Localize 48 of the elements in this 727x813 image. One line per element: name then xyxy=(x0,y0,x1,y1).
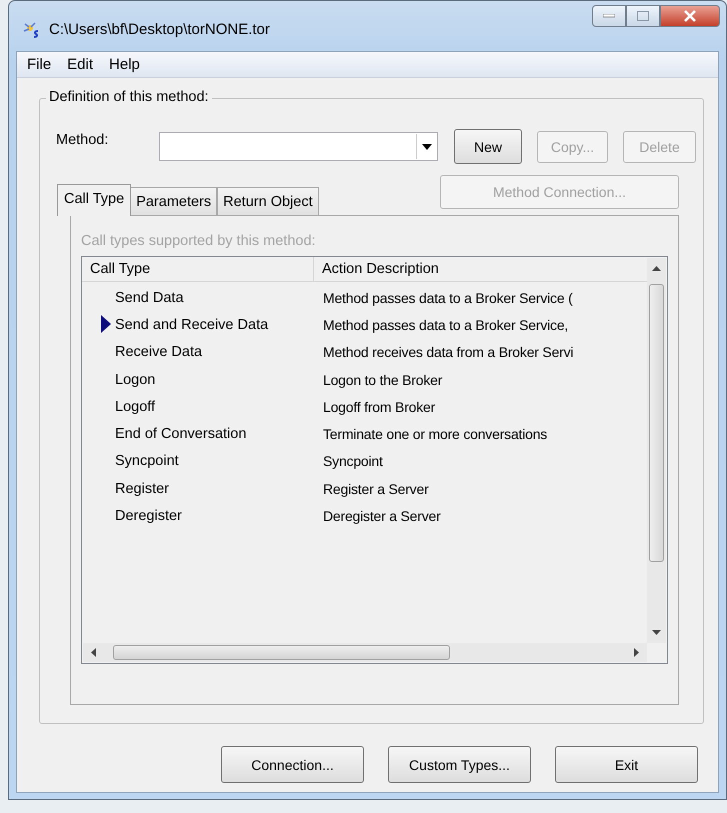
table-cell-text: Receive Data xyxy=(115,344,204,360)
horizontal-scrollbar[interactable] xyxy=(83,643,647,662)
table-cell: Logon to the Broker xyxy=(323,372,442,388)
table-cell-text: Logon xyxy=(115,372,156,388)
menu-item[interactable]: Edit xyxy=(59,56,102,73)
app-icon xyxy=(23,21,41,39)
close-icon xyxy=(683,10,697,22)
column-header[interactable]: Call Type xyxy=(82,257,314,281)
table-cell-text: Send and Receive Data xyxy=(115,316,270,333)
close-button[interactable] xyxy=(660,5,720,27)
table-cell: Method receives data from a Broker Servi xyxy=(323,344,574,360)
method-label: Method: xyxy=(56,132,110,148)
footer-button[interactable]: Exit xyxy=(555,746,698,783)
maximize-button[interactable] xyxy=(626,5,660,27)
minimize-icon xyxy=(603,14,615,18)
table-cell-text: Syncpoint xyxy=(115,453,180,470)
scroll-left-icon[interactable] xyxy=(91,648,96,657)
method-action-button[interactable]: New xyxy=(454,129,522,164)
scroll-right-icon[interactable] xyxy=(634,648,639,657)
dropdown-arrow-icon xyxy=(422,144,432,150)
row-pointer-icon xyxy=(101,314,111,333)
menu-item[interactable]: File xyxy=(19,56,60,73)
table-cell: Register a Server xyxy=(323,480,429,497)
table-cell: Syncpoint xyxy=(323,453,383,470)
list-caption: Call types supported by this method: xyxy=(81,233,317,249)
tab[interactable]: Parameters xyxy=(130,187,218,215)
tab[interactable]: Return Object xyxy=(217,187,319,215)
scroll-down-icon[interactable] xyxy=(652,630,661,635)
vertical-scrollbar[interactable] xyxy=(647,258,666,643)
tab[interactable]: Call Type xyxy=(57,184,132,216)
table-cell: Logoff from Broker xyxy=(323,398,436,415)
table-cell: Method passes data to a Broker Service ( xyxy=(323,290,573,306)
table-cell: Method passes data to a Broker Service, xyxy=(323,316,568,333)
table-cell-text: Logoff xyxy=(115,398,156,415)
menu-item[interactable]: Help xyxy=(101,56,148,73)
maximize-icon xyxy=(637,11,649,21)
footer-button[interactable]: Connection... xyxy=(221,746,364,783)
table-cell-text: Deregister xyxy=(115,508,183,524)
window-title: C:\Users\bf\Desktop\torNONE.tor xyxy=(49,21,270,38)
table-cell: Deregister a Server xyxy=(323,508,441,524)
minimize-button[interactable] xyxy=(592,5,626,27)
footer-button[interactable]: Custom Types... xyxy=(388,746,531,783)
table-cell-text: Send Data xyxy=(115,290,185,306)
scroll-up-icon[interactable] xyxy=(652,266,661,271)
column-header[interactable]: Action Description xyxy=(314,257,439,281)
table-cell-text: Register xyxy=(115,480,170,497)
table-cell: Terminate one or more conversations xyxy=(323,426,548,442)
table-cell-text: End of Conversation xyxy=(115,426,248,442)
